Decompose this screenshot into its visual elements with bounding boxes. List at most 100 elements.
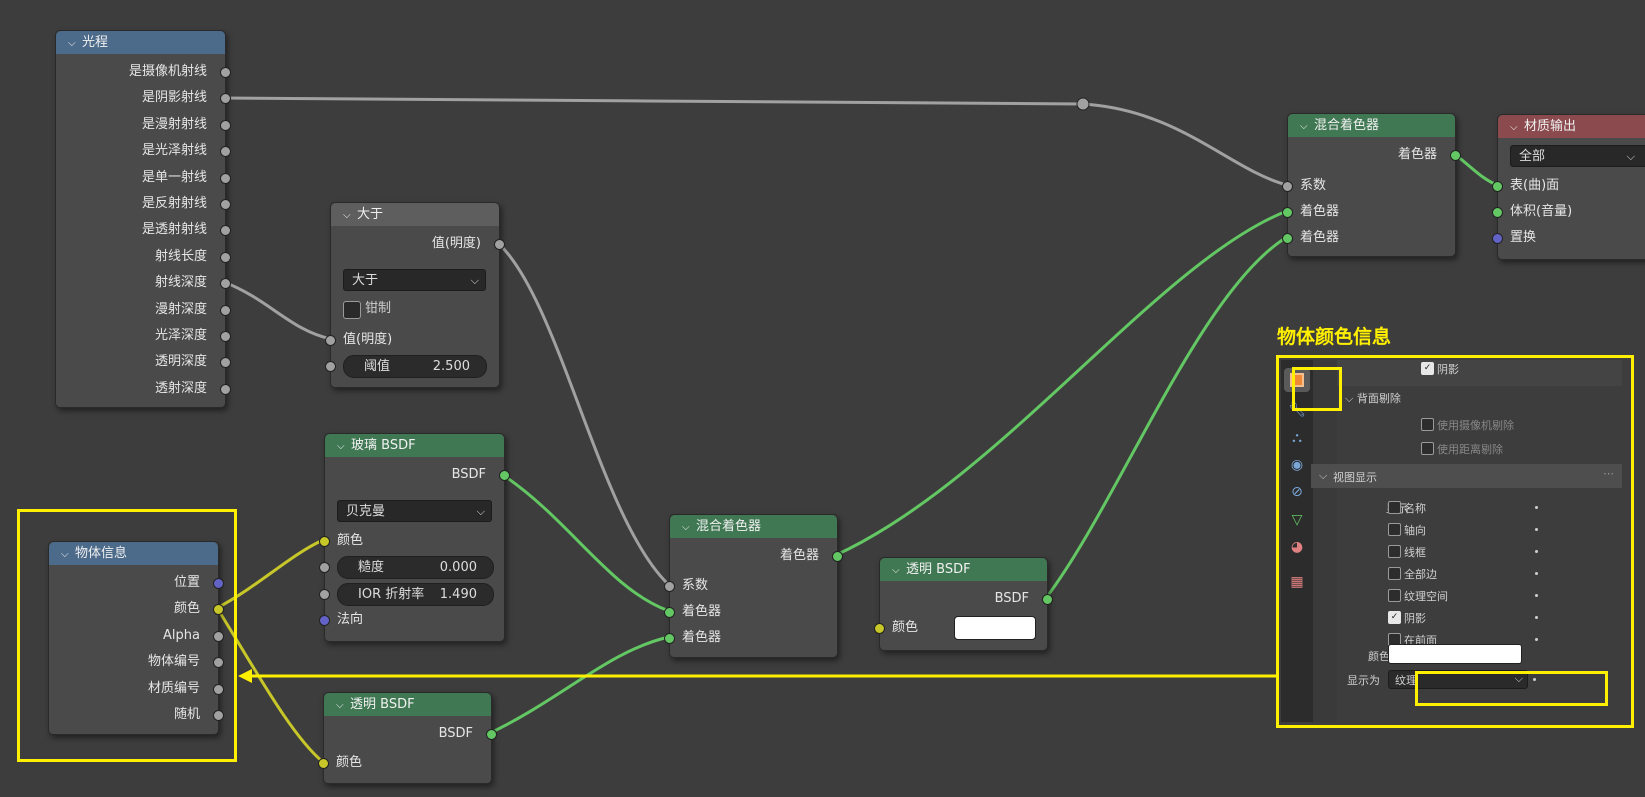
normal-socket[interactable]: [319, 615, 330, 626]
light-path-output-label: 透射深度: [154, 380, 207, 396]
light-path-output-label: 是透射射线: [141, 222, 207, 238]
node-title: 光程: [82, 35, 109, 50]
color-label: 颜色: [892, 620, 919, 635]
node-title: 材质输出: [1524, 119, 1577, 134]
link-greater-mix-factor: [496, 241, 671, 587]
node-header[interactable]: ⌵ 玻璃 BSDF: [325, 434, 504, 457]
field-label: 糙度: [358, 560, 385, 575]
chevron-down-icon[interactable]: ⌵: [1510, 116, 1524, 138]
chevron-down-icon[interactable]: ⌵: [337, 435, 351, 457]
output-socket[interactable]: [494, 239, 505, 250]
factor-label: 系数: [682, 578, 709, 593]
math-mode-dropdown[interactable]: 大于 ⌵: [343, 269, 486, 291]
field-label: IOR 折射率: [358, 587, 425, 602]
field-label: 阈值: [364, 359, 391, 374]
target-dropdown[interactable]: 全部 ⌵: [1510, 145, 1645, 167]
output-shader-label: 着色器: [1397, 147, 1437, 162]
volume-socket[interactable]: [1492, 207, 1503, 218]
node-title: 大于: [357, 207, 384, 222]
chevron-down-icon[interactable]: ⌵: [1300, 115, 1314, 137]
output-socket[interactable]: [220, 67, 231, 78]
node-header[interactable]: ⌵ 大于: [331, 203, 499, 226]
shader-label-1: 着色器: [1300, 204, 1340, 219]
shader-socket-2[interactable]: [664, 633, 675, 644]
color-socket[interactable]: [874, 623, 885, 634]
surface-socket[interactable]: [1492, 181, 1503, 192]
light-path-output-label: 射线长度: [154, 248, 207, 264]
shader-socket-1[interactable]: [664, 607, 675, 618]
node-transparent-bsdf-2[interactable]: ⌵ 透明 BSDF BSDF 颜色: [874, 557, 1053, 651]
chevron-down-icon[interactable]: ⌵: [68, 32, 82, 54]
shader-label-1: 着色器: [682, 604, 722, 619]
node-header[interactable]: ⌵ 透明 BSDF: [324, 693, 491, 716]
light-path-output-label: 是摄像机射线: [128, 64, 207, 79]
chevron-down-icon: ⌵: [476, 505, 485, 518]
link-ray-depth-greater: [222, 280, 333, 341]
roughness-field[interactable]: 糙度 0.000: [337, 556, 494, 579]
roughness-socket[interactable]: [319, 562, 330, 573]
displacement-socket[interactable]: [1492, 233, 1503, 244]
field-value: 0.000: [439, 560, 477, 575]
output-socket[interactable]: [220, 383, 231, 395]
output-value-label: 值(明度): [431, 236, 481, 251]
displacement-label: 置换: [1510, 230, 1537, 245]
ior-field[interactable]: IOR 折射率 1.490: [337, 583, 494, 606]
node-title: 透明 BSDF: [906, 562, 971, 577]
node-header[interactable]: ⌵ 透明 BSDF: [880, 558, 1047, 581]
factor-socket[interactable]: [664, 581, 675, 592]
node-glass-bsdf[interactable]: ⌵ 玻璃 BSDF BSDF 贝克曼 ⌵ 颜色 糙度 0.000 IOR 折射率 1.4…: [319, 433, 510, 642]
chevron-down-icon: ⌵: [470, 274, 479, 287]
output-socket[interactable]: [832, 551, 843, 562]
output-socket[interactable]: [220, 304, 231, 316]
output-socket[interactable]: [1450, 150, 1461, 161]
input-socket[interactable]: [325, 335, 336, 346]
output-socket[interactable]: [220, 251, 231, 263]
threshold-socket[interactable]: [325, 361, 336, 372]
chevron-down-icon[interactable]: ⌵: [343, 204, 357, 226]
output-socket[interactable]: [220, 331, 231, 342]
shader-socket-2[interactable]: [1282, 233, 1293, 244]
factor-socket[interactable]: [1282, 181, 1293, 192]
node-header[interactable]: ⌵ 材质输出: [1498, 115, 1645, 138]
dropdown-value: 大于: [352, 273, 379, 288]
volume-label: 体积(音量): [1510, 204, 1573, 219]
color-socket[interactable]: [319, 536, 330, 547]
color-label: 颜色: [337, 533, 364, 548]
chevron-down-icon[interactable]: ⌵: [892, 559, 906, 581]
color-swatch[interactable]: [954, 616, 1036, 640]
light-path-output-label: 是反射射线: [141, 196, 207, 211]
output-socket[interactable]: [486, 729, 497, 740]
threshold-field[interactable]: 阈值 2.500: [343, 355, 487, 378]
output-socket[interactable]: [220, 119, 231, 131]
node-material-output[interactable]: ⌵ 材质输出 全部 ⌵ 表(曲)面 体积(音量) 置换: [1492, 114, 1645, 260]
node-header[interactable]: ⌵ 光程: [56, 31, 225, 54]
ior-socket[interactable]: [319, 589, 330, 600]
annotation-title: 物体颜色信息: [1277, 326, 1392, 348]
node-header[interactable]: ⌵ 混合着色器: [1288, 114, 1455, 137]
output-socket[interactable]: [220, 172, 231, 184]
node-light-path[interactable]: ⌵ 光程 是摄像机射线 是阴影射线 是漫射射线 是光泽射线 是单一射线 是反射射线 是透射射线…: [55, 30, 231, 408]
chevron-down-icon[interactable]: ⌵: [336, 694, 350, 716]
node-header[interactable]: ⌵ 混合着色器: [670, 515, 837, 538]
node-transparent-bsdf-1[interactable]: ⌵ 透明 BSDF BSDF 颜色: [318, 692, 497, 784]
output-socket[interactable]: [1042, 594, 1053, 605]
field-value: 1.490: [439, 587, 477, 602]
shader-socket-1[interactable]: [1282, 207, 1293, 218]
output-socket[interactable]: [499, 470, 510, 481]
node-greater-than[interactable]: ⌵ 大于 值(明度) 大于 ⌵ 钳制 值(明度) 阈值 2.500: [325, 202, 505, 388]
clamp-checkbox[interactable]: [343, 301, 361, 319]
highlight-object-info: [17, 509, 237, 762]
light-path-output-label: 透明深度: [154, 354, 207, 370]
node-mix-shader-mid[interactable]: ⌵ 混合着色器 着色器 系数 着色器 着色器: [664, 514, 843, 658]
normal-label: 法向: [337, 612, 364, 627]
light-path-output-label: 光泽深度: [154, 328, 207, 343]
distribution-dropdown[interactable]: 贝克曼 ⌵: [337, 500, 492, 522]
node-mix-shader-right[interactable]: ⌵ 混合着色器 着色器 系数 着色器 着色器: [1282, 113, 1461, 257]
color-socket[interactable]: [318, 758, 329, 769]
light-path-output-label: 是光泽射线: [141, 143, 207, 159]
chevron-down-icon[interactable]: ⌵: [682, 516, 696, 538]
shader-label-2: 着色器: [1300, 230, 1340, 245]
light-path-output-label: 是漫射射线: [141, 116, 207, 132]
output-socket[interactable]: [220, 199, 231, 210]
highlight-object-tab: [1292, 367, 1342, 411]
